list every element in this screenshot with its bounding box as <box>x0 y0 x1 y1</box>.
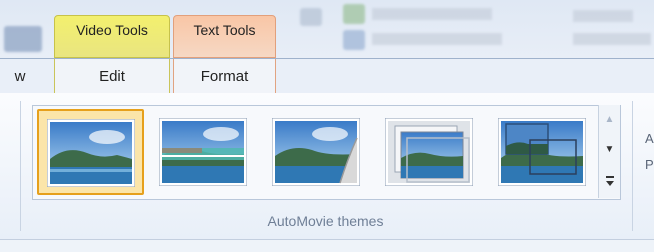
tab-view-partial[interactable]: w <box>8 59 32 93</box>
gallery-scrollbar: ▲ ▼ <box>598 105 620 198</box>
video-tools-context-label: Video Tools <box>54 15 170 58</box>
theme-contemporary-icon <box>47 119 135 187</box>
automovie-themes-group-label: AutoMovie themes <box>267 213 384 229</box>
theme-pan-zoom-icon <box>385 118 473 186</box>
ribbon-top-area: Video Tools Text Tools <box>0 0 654 58</box>
theme-cinematic-icon <box>159 118 247 186</box>
theme-thumbnail-1[interactable] <box>37 109 144 195</box>
tab-format[interactable]: Format <box>173 59 276 93</box>
ribbon-tab-row: w Edit Format <box>0 58 654 94</box>
blurred-toolbar-text <box>372 8 492 20</box>
gallery-more-icon[interactable] <box>599 165 620 195</box>
text-tools-context-label: Text Tools <box>173 15 276 58</box>
movie-maker-ribbon: Video Tools Text Tools w Edit Format ▲ ▼… <box>0 0 654 252</box>
blurred-toolbar-icon <box>300 8 322 26</box>
blurred-toolbar-icon <box>343 30 365 50</box>
scroll-down-icon[interactable]: ▼ <box>599 135 620 165</box>
partial-right-text-top: A <box>645 131 654 146</box>
theme-classic-icon <box>498 118 586 186</box>
scroll-up-icon[interactable]: ▲ <box>599 105 620 135</box>
theme-thumbnail-3[interactable] <box>263 109 370 195</box>
ribbon-panel: ▲ ▼ AutoMovie themes A P <box>0 93 654 240</box>
theme-fade-icon <box>272 118 360 186</box>
theme-thumbnail-5[interactable] <box>489 109 596 195</box>
blurred-toolbar-icon <box>4 26 42 52</box>
blurred-toolbar-text <box>573 10 633 22</box>
theme-thumbnail-4[interactable] <box>376 109 483 195</box>
blurred-toolbar-icon <box>343 4 365 24</box>
tab-edit[interactable]: Edit <box>54 59 170 93</box>
group-separator <box>632 101 633 231</box>
blurred-toolbar-text <box>372 33 502 45</box>
partial-right-text-bottom: P <box>645 157 654 172</box>
group-separator <box>20 101 21 231</box>
automovie-themes-gallery <box>32 105 621 200</box>
theme-thumbnail-2[interactable] <box>150 109 257 195</box>
blurred-toolbar-text <box>573 33 651 45</box>
